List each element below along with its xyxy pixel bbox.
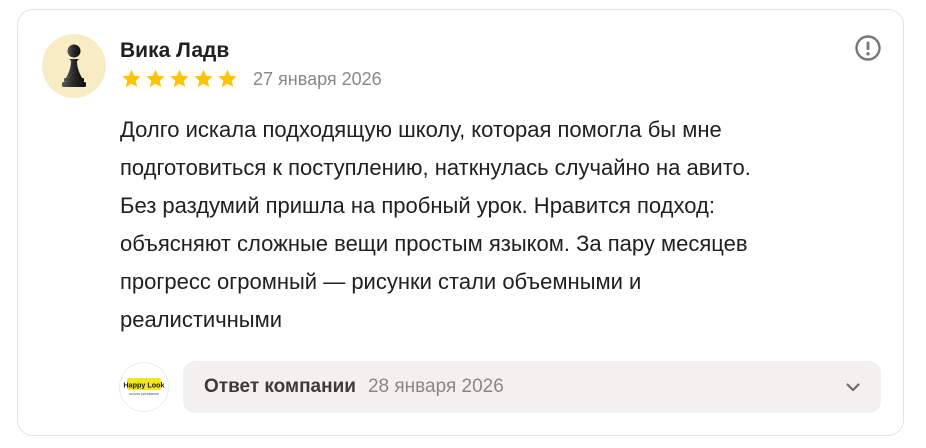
review-text: Долго искала подходящую школу, которая п… (120, 117, 751, 332)
rating-row: 27 января 2026 (120, 68, 382, 90)
svg-text:Happy Look: Happy Look (123, 381, 164, 390)
chess-pawn-icon (62, 44, 86, 87)
company-reply-toggle[interactable]: Ответ компании 28 января 2026 (183, 361, 881, 413)
review-card: Вика Ладв 27 января 2026 Долго искала по… (17, 9, 904, 436)
author-name[interactable]: Вика Ладв (120, 39, 229, 63)
chevron-down-icon (846, 383, 860, 392)
star-icon (146, 69, 165, 88)
review-date: 27 января 2026 (253, 68, 382, 89)
rating-stars (120, 68, 239, 90)
star-icon (218, 69, 237, 88)
company-logo[interactable]: Happy Look школа рисования (119, 362, 169, 412)
company-reply-label: Ответ компании (204, 376, 356, 397)
star-icon (122, 69, 141, 88)
exclamation-circle-icon[interactable] (854, 34, 882, 62)
avatar[interactable] (42, 34, 106, 98)
star-icon (194, 69, 213, 88)
company-logo-image: Happy Look школа рисования (123, 378, 165, 396)
company-reply-date: 28 января 2026 (367, 376, 504, 397)
star-icon (170, 69, 189, 88)
svg-text:школа рисования: школа рисования (129, 392, 158, 396)
